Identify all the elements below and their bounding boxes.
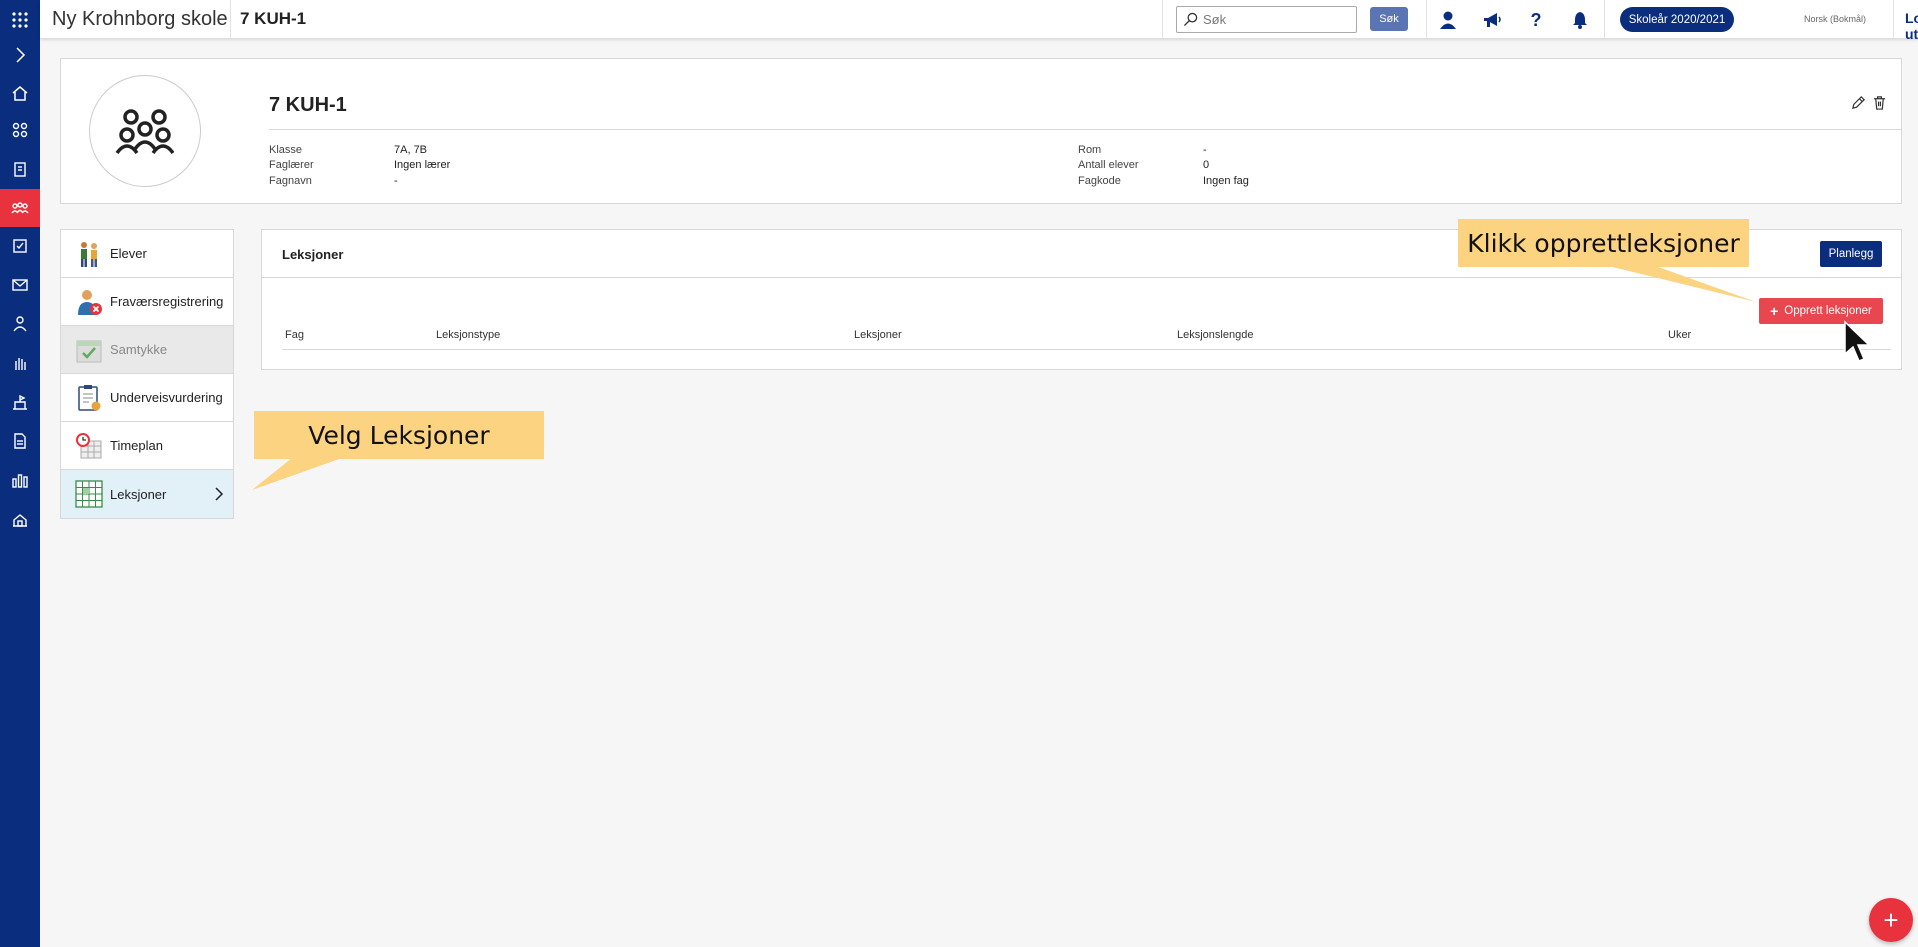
menu-item-fravaersregistrering[interactable]: Fraværsregistrering <box>61 278 233 326</box>
floating-add-button[interactable]: + <box>1869 898 1913 942</box>
school-name[interactable]: Ny Krohnborg skole <box>52 8 228 31</box>
group-header-card: 7 KUH-1 Klasse 7A, 7B Faglærer Ingen lær… <box>60 58 1902 204</box>
fagnavn-label: Fagnavn <box>269 175 312 187</box>
edit-pencil-icon[interactable] <box>1851 95 1866 110</box>
chevron-right-icon <box>215 487 224 501</box>
school-year-selector[interactable]: Skoleår 2020/2021 <box>1620 7 1734 32</box>
menu-item-label: Timeplan <box>110 438 163 453</box>
callout-pointer <box>1600 264 1756 302</box>
statistics-icon[interactable] <box>0 461 40 499</box>
column-header-leksjoner[interactable]: Leksjoner <box>854 329 902 341</box>
create-lessons-label: Opprett leksjoner <box>1784 305 1872 317</box>
timetable-clock-icon <box>76 433 102 459</box>
school-building-icon[interactable] <box>0 383 40 421</box>
create-lessons-callout: Klikk opprettleksjoner <box>1458 219 1749 267</box>
divider <box>1162 0 1163 39</box>
clipboard-icon[interactable] <box>0 150 40 188</box>
people-icon[interactable] <box>0 305 40 343</box>
column-header-leksjonslengde[interactable]: Leksjonslengde <box>1177 329 1253 341</box>
table-header-divider <box>282 349 1891 350</box>
klasse-value: 7A, 7B <box>394 144 428 156</box>
divider <box>269 129 1901 130</box>
group-people-icon <box>115 109 175 155</box>
apps-grid-icon[interactable] <box>0 1 40 39</box>
lessons-grid-icon <box>75 480 103 508</box>
menu-item-label: Leksjoner <box>110 486 167 502</box>
expand-chevron-icon[interactable] <box>0 36 40 74</box>
plan-button[interactable]: Planlegg <box>1820 241 1882 267</box>
assessment-icon[interactable] <box>0 227 40 265</box>
top-bar: Ny Krohnborg skole 7 KUH-1 Søk ? Skoleår… <box>40 0 1918 42</box>
groups-icon[interactable] <box>0 111 40 149</box>
select-lessons-callout: Velg Leksjoner <box>254 411 544 459</box>
search-input[interactable] <box>1203 10 1353 29</box>
panel-title: Leksjoner <box>282 247 344 262</box>
admin-icon[interactable] <box>0 500 40 538</box>
delete-trash-icon[interactable] <box>1872 95 1887 110</box>
divider <box>1604 0 1605 39</box>
divider <box>230 0 231 39</box>
callout-pointer <box>252 458 342 490</box>
search-icon <box>1183 12 1198 27</box>
menu-item-elever[interactable]: Elever <box>61 230 233 278</box>
help-question-icon[interactable]: ? <box>1514 0 1558 39</box>
faglaerer-value: Ingen lærer <box>394 159 451 171</box>
antall-elever-label: Antall elever <box>1078 159 1139 171</box>
search-box[interactable] <box>1176 6 1357 33</box>
announcements-megaphone-icon[interactable] <box>1470 0 1514 39</box>
antall-elever-value: 0 <box>1203 159 1210 171</box>
menu-item-label: Underveisvurdering <box>110 390 223 405</box>
logout-button[interactable]: Logg ut <box>1905 10 1918 42</box>
group-side-menu: Elever Fraværsregistrering Samtykke Unde… <box>60 229 234 519</box>
menu-item-underveisvurdering[interactable]: Underveisvurdering <box>61 374 233 422</box>
divider <box>1893 0 1894 39</box>
home-icon[interactable] <box>0 74 40 112</box>
page-title: 7 KUH-1 <box>269 94 347 116</box>
messages-icon[interactable] <box>0 266 40 304</box>
notifications-bell-icon[interactable] <box>1558 0 1602 39</box>
language-selector[interactable]: Norsk (Bokmål) <box>1804 14 1866 24</box>
fagkode-value: Ingen fag <box>1203 175 1249 187</box>
students-icon <box>81 242 97 267</box>
document-icon[interactable] <box>0 422 40 460</box>
side-navigation-rail <box>0 0 40 947</box>
breadcrumb: 7 KUH-1 <box>240 9 307 28</box>
column-header-fag[interactable]: Fag <box>285 329 304 341</box>
search-button[interactable]: Søk <box>1370 7 1408 31</box>
profile-icon[interactable] <box>1426 0 1470 39</box>
menu-item-label: Samtykke <box>110 342 168 357</box>
menu-item-timeplan[interactable]: Timeplan <box>61 422 233 470</box>
klasse-label: Klasse <box>269 144 303 156</box>
faglaerer-label: Faglærer <box>269 159 314 171</box>
absence-person-icon <box>78 290 102 315</box>
teaching-groups-icon[interactable] <box>0 189 40 227</box>
group-avatar <box>89 75 201 187</box>
consent-calendar-icon <box>76 340 102 363</box>
plus-icon: + <box>1770 303 1779 319</box>
hand-raise-icon[interactable] <box>0 344 40 382</box>
menu-item-leksjoner[interactable]: Leksjoner <box>61 470 233 518</box>
rom-label: Rom <box>1078 144 1102 156</box>
menu-item-label: Elever <box>110 246 147 261</box>
mouse-cursor-icon <box>1844 320 1871 362</box>
fagnavn-value: - <box>394 175 398 187</box>
fagkode-label: Fagkode <box>1078 175 1121 187</box>
svg-text:?: ? <box>1531 10 1542 30</box>
rom-value: - <box>1203 144 1207 156</box>
column-header-uker[interactable]: Uker <box>1668 329 1691 341</box>
column-header-leksjonstype[interactable]: Leksjonstype <box>436 329 500 341</box>
header-actions <box>1851 95 1887 110</box>
evaluation-clipboard-icon <box>78 385 101 411</box>
menu-item-samtykke: Samtykke <box>61 326 233 374</box>
menu-item-label: Fraværsregistrering <box>110 294 224 309</box>
